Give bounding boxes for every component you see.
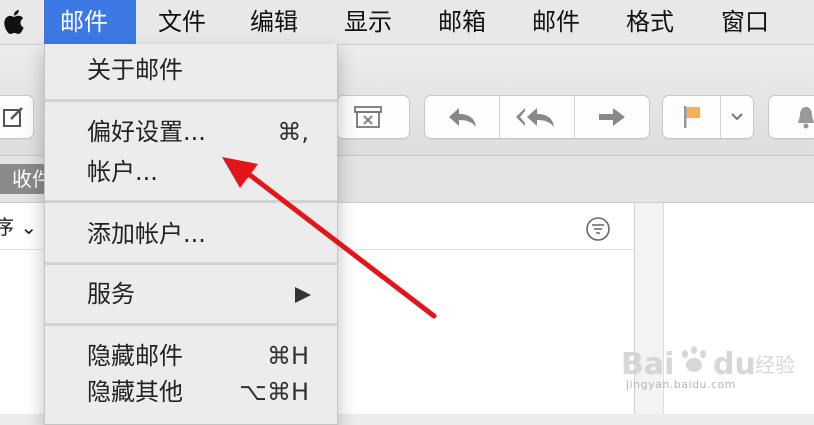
reply-all-icon — [516, 108, 554, 127]
menu-item-preferences[interactable]: 偏好设置... ⌘, — [45, 114, 337, 150]
reply-button[interactable] — [425, 96, 500, 138]
menu-view[interactable]: 显示 — [328, 0, 408, 44]
menu-item-add-account[interactable]: 添加帐户... — [45, 216, 337, 252]
menu-separator — [45, 323, 337, 326]
watermark-url: jingyan.baidu.com — [626, 378, 737, 391]
sort-button[interactable]: 序 ⌄ — [0, 211, 37, 240]
compose-icon — [3, 107, 23, 127]
menu-message[interactable]: 邮件 — [516, 0, 596, 44]
archive-icon — [354, 106, 382, 128]
menu-format[interactable]: 格式 — [610, 0, 690, 44]
archive-button[interactable] — [336, 95, 410, 139]
forward-arrow-icon — [599, 108, 625, 126]
shortcut-label: ⌥⌘H — [239, 378, 309, 406]
reply-button-group — [424, 95, 650, 139]
menu-item-services[interactable]: 服务 — [45, 276, 337, 312]
menu-file[interactable]: 文件 — [142, 0, 222, 44]
menu-edit[interactable]: 编辑 — [234, 0, 314, 44]
svg-text:du: du — [713, 347, 756, 382]
menu-bar: 邮件 文件 编辑 显示 邮箱 邮件 格式 窗口 — [0, 0, 814, 45]
menu-item-hide-mail[interactable]: 隐藏邮件 ⌘H — [45, 338, 337, 374]
flag-menu-button[interactable] — [721, 96, 753, 138]
forward-button[interactable] — [575, 96, 649, 138]
menu-separator — [45, 200, 337, 203]
menu-item-about[interactable]: 关于邮件 — [45, 52, 337, 88]
compose-button[interactable] — [0, 95, 34, 139]
menu-window[interactable]: 窗口 — [705, 0, 785, 44]
inbox-tab[interactable]: 收件 — [0, 164, 46, 194]
chevron-down-icon — [731, 113, 743, 121]
shortcut-label: ⌘H — [266, 342, 309, 370]
menu-item-accounts[interactable]: 帐户... — [45, 154, 337, 190]
menu-mailbox[interactable]: 邮箱 — [422, 0, 502, 44]
shortcut-label: ⌘, — [277, 118, 309, 146]
bell-icon — [798, 107, 814, 129]
menu-separator — [45, 99, 337, 102]
reply-icon — [449, 108, 476, 127]
mail-menu-dropdown: 关于邮件 偏好设置... ⌘, 帐户... 添加帐户... 服务 隐藏邮件 ⌘H… — [44, 44, 338, 425]
menu-mail[interactable]: 邮件 — [44, 0, 136, 44]
flag-icon — [683, 106, 700, 128]
flag-button[interactable] — [663, 96, 722, 138]
menu-item-hide-others[interactable]: 隐藏其他 ⌥⌘H — [45, 374, 337, 410]
flag-button-group[interactable] — [662, 95, 754, 139]
baidu-watermark-logo: Bai du 经验 — [621, 346, 795, 382]
svg-text:Bai: Bai — [621, 347, 674, 382]
apple-logo-icon[interactable] — [0, 8, 26, 36]
filter-icon[interactable] — [584, 215, 612, 243]
reply-all-button[interactable] — [500, 96, 575, 138]
menu-separator — [45, 262, 337, 265]
svg-text:经验: 经验 — [755, 353, 795, 377]
submenu-arrow-icon — [295, 287, 311, 303]
notification-button[interactable] — [768, 95, 814, 139]
